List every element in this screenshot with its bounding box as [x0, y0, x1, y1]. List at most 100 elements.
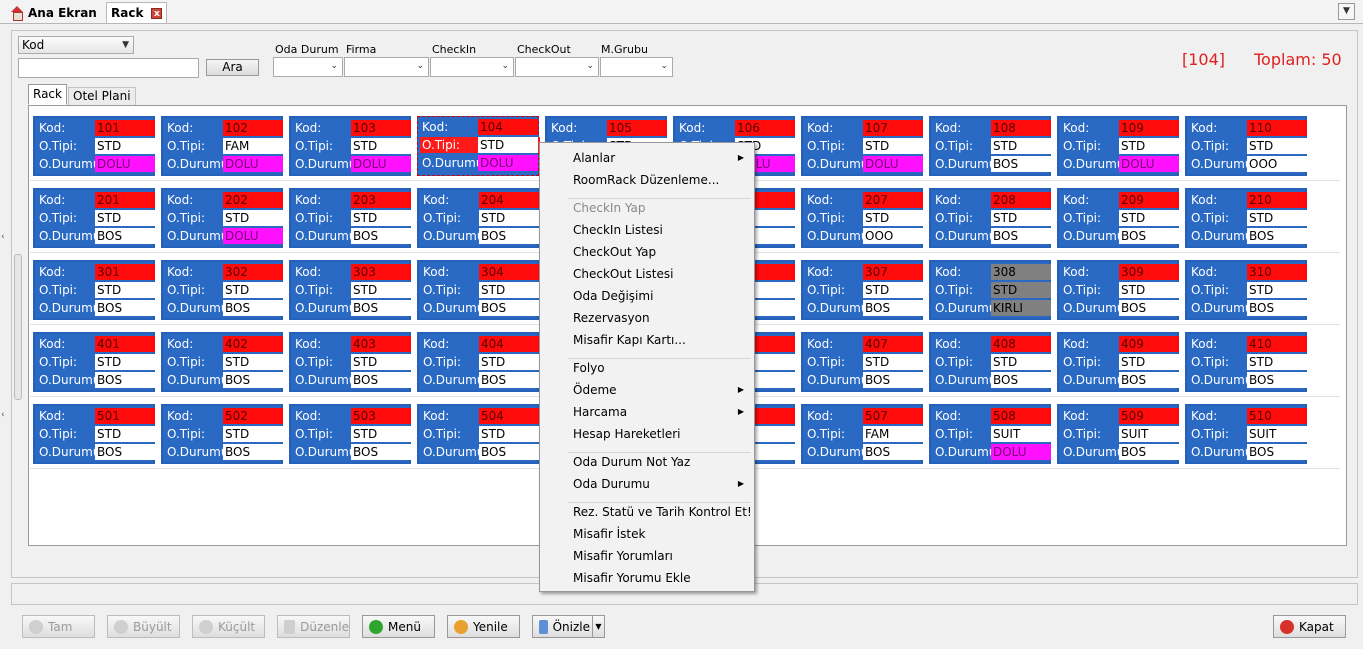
menu-item[interactable]: Rezervasyon — [573, 311, 650, 325]
onizle-label: Önizle — [552, 619, 590, 634]
room-field: O.Tipi: SUIT — [1061, 426, 1181, 442]
preview-icon — [539, 619, 548, 634]
checkout-select[interactable]: ⌄ — [515, 57, 599, 77]
room-card[interactable]: Kod: 302 O.Tipi: STD O.Durumu: BOS — [161, 260, 283, 320]
menu-item[interactable]: Misafir Kapı Kartı... — [573, 333, 686, 347]
room-card[interactable]: Kod: 109 O.Tipi: STD O.Durumu: DOLU — [1057, 116, 1179, 176]
room-field-label: Kod: — [1063, 265, 1090, 279]
room-field-value: 310 — [1247, 264, 1307, 280]
yenile-button[interactable]: Yenile — [447, 615, 520, 638]
menu-item[interactable]: CheckOut Listesi — [573, 267, 673, 281]
room-card[interactable]: Kod: 407 O.Tipi: STD O.Durumu: BOS — [801, 332, 923, 392]
room-card[interactable]: Kod: 203 O.Tipi: STD O.Durumu: BOS — [289, 188, 411, 248]
oda-durum-select[interactable]: ⌄ — [273, 57, 343, 77]
room-card[interactable]: Kod: 410 O.Tipi: STD O.Durumu: BOS — [1185, 332, 1307, 392]
room-card[interactable]: Kod: 404 O.Tipi: STD O.Durumu: BOS — [417, 332, 539, 392]
room-card[interactable]: Kod: 103 O.Tipi: STD O.Durumu: DOLU — [289, 116, 411, 176]
splitter-handle[interactable] — [14, 254, 22, 400]
room-card[interactable]: Kod: 202 O.Tipi: STD O.Durumu: DOLU — [161, 188, 283, 248]
room-card[interactable]: Kod: 110 O.Tipi: STD O.Durumu: OOO — [1185, 116, 1307, 176]
room-card[interactable]: Kod: 201 O.Tipi: STD O.Durumu: BOS — [33, 188, 155, 248]
menu-item[interactable]: Oda Durumu — [573, 477, 650, 491]
room-card[interactable]: Kod: 207 O.Tipi: STD O.Durumu: OOO — [801, 188, 923, 248]
onizle-button[interactable]: Önizle ▼ — [532, 615, 605, 638]
room-card[interactable]: Kod: 310 O.Tipi: STD O.Durumu: BOS — [1185, 260, 1307, 320]
room-card[interactable]: Kod: 510 O.Tipi: SUIT O.Durumu: BOS — [1185, 404, 1307, 464]
room-card[interactable]: Kod: 509 O.Tipi: SUIT O.Durumu: BOS — [1057, 404, 1179, 464]
tab-otel-plani[interactable]: Otel Plani — [68, 87, 136, 105]
collapse-left-icon[interactable]: ‹ — [1, 232, 7, 242]
room-card[interactable]: Kod: 409 O.Tipi: STD O.Durumu: BOS — [1057, 332, 1179, 392]
room-field: O.Tipi: STD — [805, 210, 925, 226]
menu-item[interactable]: Rez. Statü ve Tarih Kontrol Et! — [573, 505, 752, 519]
room-field: O.Durumu: BOS — [421, 300, 541, 316]
checkin-select[interactable]: ⌄ — [430, 57, 514, 77]
menu-item[interactable]: Folyo — [573, 361, 605, 375]
room-card[interactable]: Kod: 102 O.Tipi: FAM O.Durumu: DOLU — [161, 116, 283, 176]
tab-rack-view[interactable]: Rack — [28, 84, 67, 105]
close-tab-icon[interactable]: x — [151, 7, 163, 19]
room-field-label: Kod: — [1191, 121, 1218, 135]
room-card[interactable]: Kod: 507 O.Tipi: FAM O.Durumu: BOS — [801, 404, 923, 464]
room-card[interactable]: Kod: 508 O.Tipi: SUIT O.Durumu: DOLU — [929, 404, 1051, 464]
room-card[interactable]: Kod: 108 O.Tipi: STD O.Durumu: BOS — [929, 116, 1051, 176]
room-card[interactable]: Kod: 304 O.Tipi: STD O.Durumu: BOS — [417, 260, 539, 320]
room-field: O.Tipi: STD — [421, 282, 541, 298]
mgrubu-select[interactable]: ⌄ — [600, 57, 673, 77]
menu-item[interactable]: Oda Durum Not Yaz — [573, 455, 690, 469]
room-card[interactable]: Kod: 104 O.Tipi: STD O.Durumu: DOLU — [417, 116, 540, 176]
search-input[interactable] — [18, 58, 199, 78]
room-card[interactable]: Kod: 308 O.Tipi: STD O.Durumu: KIRLI — [929, 260, 1051, 320]
room-field-value: SUIT — [1247, 426, 1307, 442]
duzenle-button[interactable]: Düzenle — [277, 615, 350, 638]
room-card[interactable]: Kod: 504 O.Tipi: STD O.Durumu: BOS — [417, 404, 539, 464]
menu-button[interactable]: Menü — [362, 615, 435, 638]
menu-item[interactable]: Alanlar — [573, 151, 615, 165]
room-card[interactable]: Kod: 503 O.Tipi: STD O.Durumu: BOS — [289, 404, 411, 464]
room-card[interactable]: Kod: 101 O.Tipi: STD O.Durumu: DOLU — [33, 116, 155, 176]
tab-rack[interactable]: Rack x — [106, 2, 168, 23]
room-field-label: O.Tipi: — [295, 139, 334, 153]
room-card[interactable]: Kod: 210 O.Tipi: STD O.Durumu: BOS — [1185, 188, 1307, 248]
tab-ana-ekran[interactable]: Ana Ekran — [0, 2, 97, 23]
room-card[interactable]: Kod: 502 O.Tipi: STD O.Durumu: BOS — [161, 404, 283, 464]
room-field: O.Tipi: STD — [293, 282, 413, 298]
menu-item[interactable]: RoomRack Düzenleme... — [573, 173, 719, 187]
room-field: O.Durumu: BOS — [1061, 228, 1181, 244]
collapse-left-icon-2[interactable]: ‹ — [1, 410, 7, 420]
room-card[interactable]: Kod: 301 O.Tipi: STD O.Durumu: BOS — [33, 260, 155, 320]
kapat-button[interactable]: Kapat — [1273, 615, 1346, 638]
menu-item[interactable]: Ödeme — [573, 383, 617, 397]
chevron-down-icon[interactable]: ▼ — [1338, 3, 1355, 20]
kod-select[interactable]: Kod ▼ — [18, 36, 134, 54]
room-card[interactable]: Kod: 402 O.Tipi: STD O.Durumu: BOS — [161, 332, 283, 392]
room-card[interactable]: Kod: 501 O.Tipi: STD O.Durumu: BOS — [33, 404, 155, 464]
search-button[interactable]: Ara — [206, 59, 259, 76]
room-field: O.Tipi: STD — [1189, 282, 1309, 298]
chevron-down-icon[interactable]: ▼ — [592, 616, 604, 637]
room-card[interactable]: Kod: 209 O.Tipi: STD O.Durumu: BOS — [1057, 188, 1179, 248]
menu-item[interactable]: Oda Değişimi — [573, 289, 653, 303]
room-card[interactable]: Kod: 303 O.Tipi: STD O.Durumu: BOS — [289, 260, 411, 320]
menu-item[interactable]: Harcama — [573, 405, 627, 419]
room-field-label: Kod: — [1191, 409, 1218, 423]
firma-select[interactable]: ⌄ — [344, 57, 429, 77]
room-card[interactable]: Kod: 107 O.Tipi: STD O.Durumu: DOLU — [801, 116, 923, 176]
menu-item[interactable]: Hesap Hareketleri — [573, 427, 680, 441]
menu-item[interactable]: Misafir Yorumu Ekle — [573, 571, 691, 585]
menu-item[interactable]: Misafir Yorumları — [573, 549, 673, 563]
room-card[interactable]: Kod: 309 O.Tipi: STD O.Durumu: BOS — [1057, 260, 1179, 320]
menu-item[interactable]: CheckIn Listesi — [573, 223, 663, 237]
kucult-button[interactable]: Küçült — [192, 615, 265, 638]
buyult-button[interactable]: Büyült — [107, 615, 180, 638]
room-card[interactable]: Kod: 208 O.Tipi: STD O.Durumu: BOS — [929, 188, 1051, 248]
room-card[interactable]: Kod: 204 O.Tipi: STD O.Durumu: BOS — [417, 188, 539, 248]
menu-item[interactable]: Misafir İstek — [573, 527, 645, 541]
room-card[interactable]: Kod: 307 O.Tipi: STD O.Durumu: BOS — [801, 260, 923, 320]
tam-button[interactable]: Tam — [22, 615, 95, 638]
room-field-label: O.Tipi: — [39, 211, 78, 225]
menu-item[interactable]: CheckOut Yap — [573, 245, 656, 259]
room-card[interactable]: Kod: 401 O.Tipi: STD O.Durumu: BOS — [33, 332, 155, 392]
room-card[interactable]: Kod: 403 O.Tipi: STD O.Durumu: BOS — [289, 332, 411, 392]
room-card[interactable]: Kod: 408 O.Tipi: STD O.Durumu: BOS — [929, 332, 1051, 392]
